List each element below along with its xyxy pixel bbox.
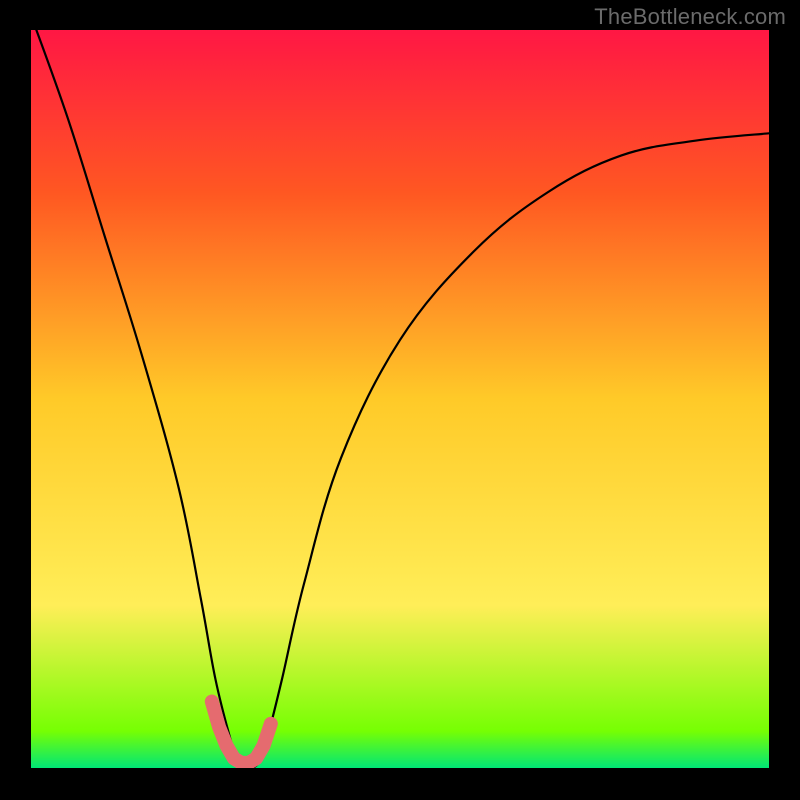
- watermark-text: TheBottleneck.com: [594, 4, 786, 30]
- chart-frame: TheBottleneck.com: [0, 0, 800, 800]
- plot-background: [31, 30, 769, 768]
- chart-svg: [0, 0, 800, 800]
